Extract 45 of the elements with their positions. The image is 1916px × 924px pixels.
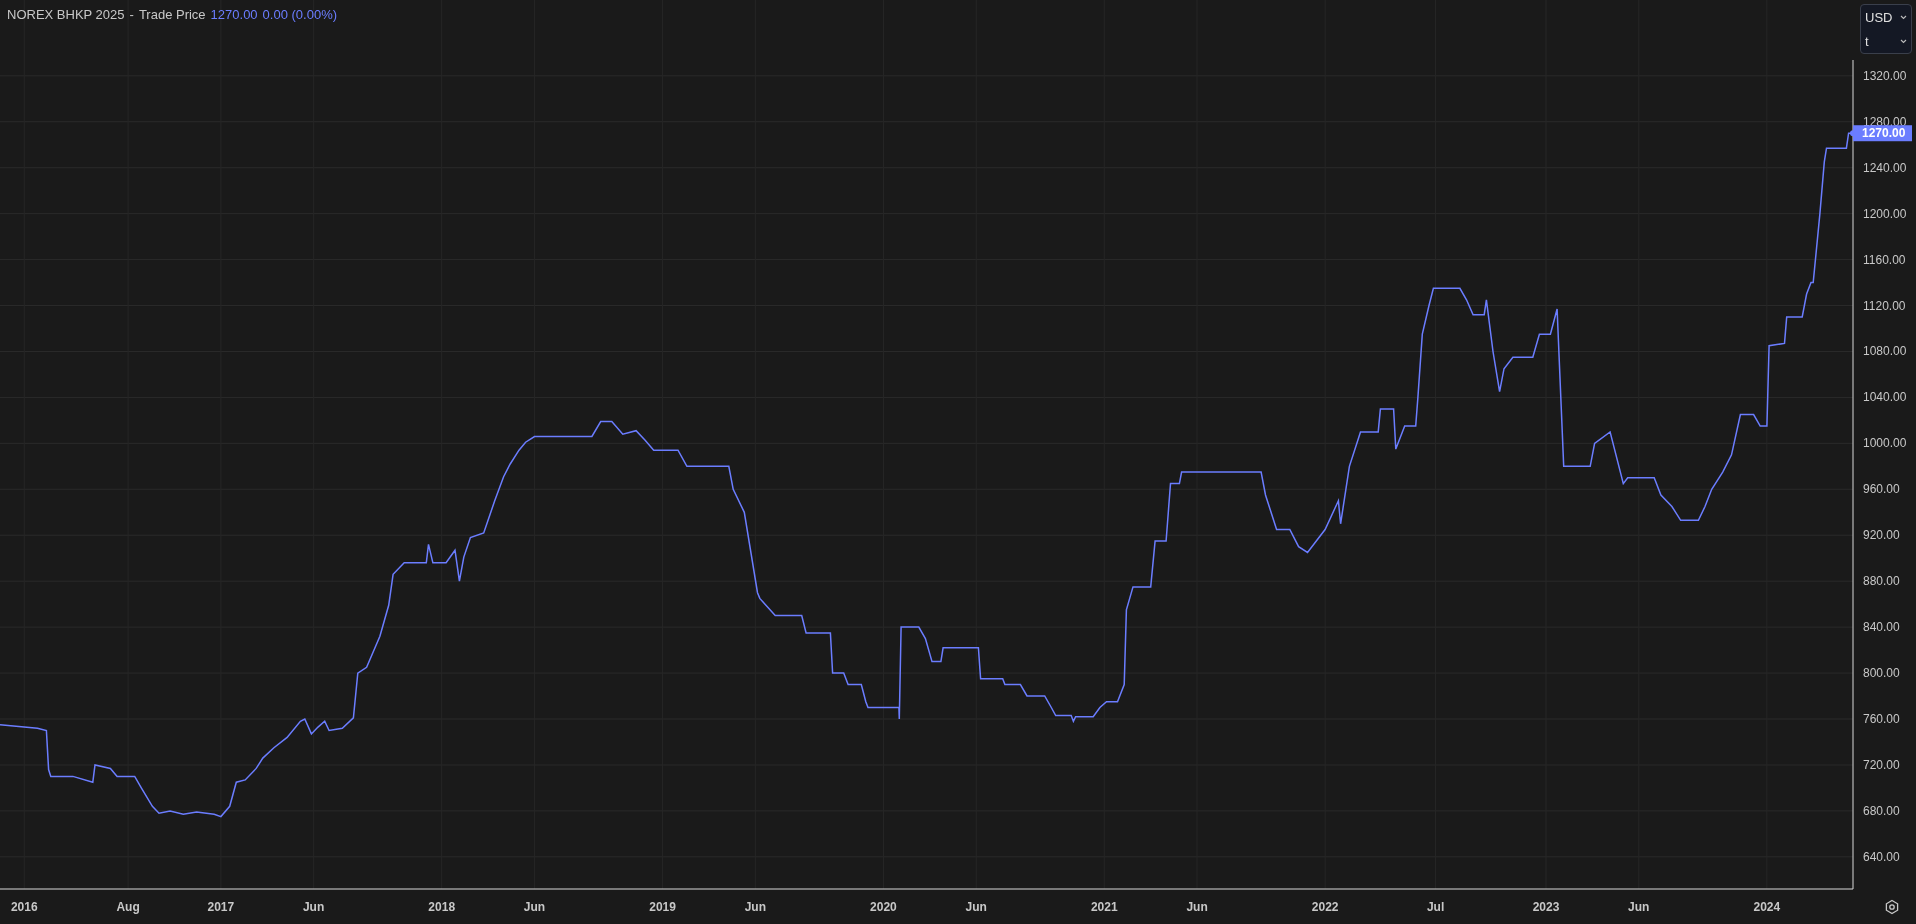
y-axis-label: 1240.00 xyxy=(1863,160,1907,175)
price-tag: 1270.00 xyxy=(1853,125,1912,142)
x-axis-label: Jun xyxy=(523,900,546,914)
x-axis-label: Jun xyxy=(302,900,325,914)
x-axis-label: Jun xyxy=(965,900,987,914)
y-axis-label: 1320.00 xyxy=(1863,68,1907,83)
x-axis-label: 2021 xyxy=(1090,900,1118,914)
x-axis-label: 2018 xyxy=(428,900,456,914)
x-axis-label: Jul xyxy=(1426,900,1445,914)
x-axis-label: 2023 xyxy=(1532,900,1560,914)
price-change: 0.00 (0.00%) xyxy=(262,7,338,22)
x-axis-label: Jun xyxy=(744,900,766,914)
y-axis-label: 920.00 xyxy=(1863,528,1900,543)
caret-icon xyxy=(1900,38,1907,44)
x-axis-label: 2020 xyxy=(870,900,897,914)
x-axis-label: 2019 xyxy=(649,900,676,914)
y-axis-label: 1040.00 xyxy=(1863,390,1907,405)
y-axis-label: 680.00 xyxy=(1863,803,1900,818)
x-axis-label: 2017 xyxy=(207,900,235,914)
y-axis-label: 880.00 xyxy=(1863,574,1900,589)
unit-dropdown[interactable]: USD xyxy=(1861,5,1911,29)
x-axis-label: Jun xyxy=(1628,900,1650,914)
instrument-name: NOREX BHKP 2025 xyxy=(7,7,125,22)
y-axis-label: 960.00 xyxy=(1863,482,1900,497)
unit-dropdown[interactable]: t xyxy=(1861,29,1911,53)
y-axis-label: 1000.00 xyxy=(1863,436,1907,451)
x-axis-label: 2022 xyxy=(1311,900,1339,914)
x-axis-label: 2016 xyxy=(10,900,38,914)
y-axis-label: 720.00 xyxy=(1863,757,1900,772)
y-axis-label: 840.00 xyxy=(1863,620,1900,635)
y-axis-label: 1160.00 xyxy=(1863,252,1906,267)
series-name: Trade Price xyxy=(138,7,206,22)
x-axis-label: 2024 xyxy=(1753,900,1781,914)
x-axis-label: Jun xyxy=(1186,900,1208,914)
settings-icon[interactable] xyxy=(1884,899,1900,915)
separator: - xyxy=(129,7,134,22)
y-axis-label: 800.00 xyxy=(1863,666,1900,681)
y-axis-label: 1120.00 xyxy=(1863,298,1906,313)
y-axis-label: 640.00 xyxy=(1863,849,1900,864)
y-axis-label: 760.00 xyxy=(1863,712,1900,726)
y-axis-label: 1200.00 xyxy=(1863,206,1907,221)
y-axis-label: 1080.00 xyxy=(1863,344,1907,359)
caret-icon xyxy=(1900,14,1907,20)
x-axis-label: Aug xyxy=(116,900,140,914)
last-price: 1270.00 xyxy=(210,7,258,22)
